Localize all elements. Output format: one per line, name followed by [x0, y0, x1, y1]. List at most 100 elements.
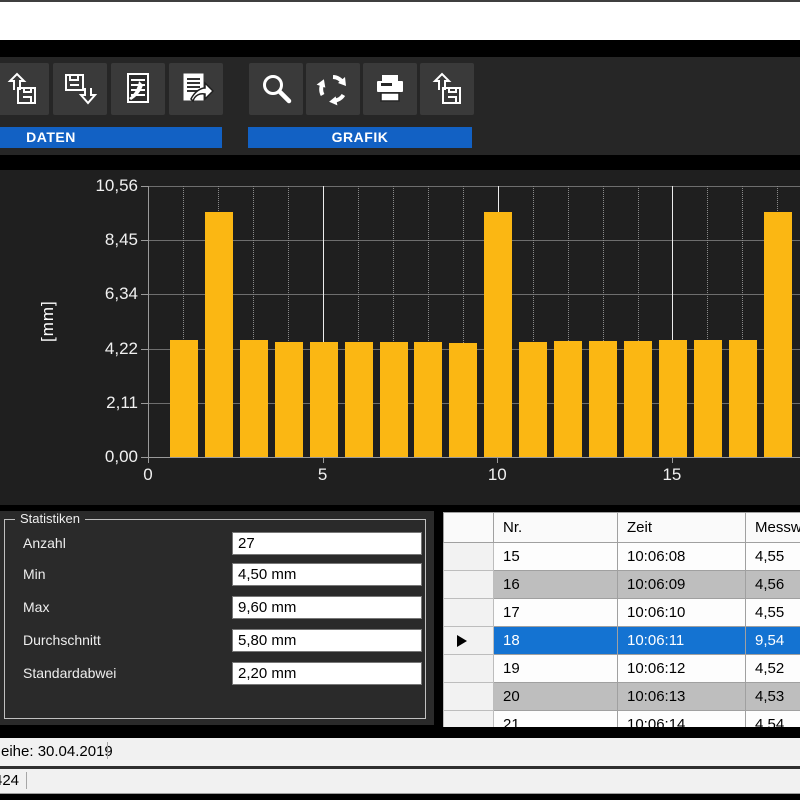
- print-graphic-button[interactable]: [363, 63, 417, 115]
- table-cell[interactable]: 10:06:13: [618, 683, 746, 711]
- table-cell[interactable]: 17: [494, 599, 618, 627]
- load-data-button[interactable]: [0, 63, 49, 115]
- measurements-table-container[interactable]: Nr.ZeitMesswert1510:06:084,551610:06:094…: [443, 512, 800, 727]
- floppy-arrow-up-icon: [4, 71, 40, 107]
- chart-bar: [554, 341, 582, 457]
- x-tick-mark: [497, 458, 498, 463]
- column-header-zeit[interactable]: Zeit: [618, 513, 746, 543]
- table-cell[interactable]: 15: [494, 543, 618, 571]
- title-bar: [0, 2, 800, 40]
- table-row[interactable]: 1510:06:084,55: [444, 543, 800, 571]
- daten-group-label: DATEN: [0, 127, 222, 148]
- stat-input-standardabwei[interactable]: [232, 662, 422, 685]
- row-header-cell[interactable]: [444, 627, 494, 655]
- table-cell[interactable]: 16: [494, 571, 618, 599]
- table-cell[interactable]: 10:06:14: [618, 711, 746, 728]
- stat-input-anzahl[interactable]: [232, 532, 422, 555]
- table-cell[interactable]: 4,55: [746, 543, 800, 571]
- row-header-cell[interactable]: [444, 711, 494, 728]
- table-cell[interactable]: 19: [494, 655, 618, 683]
- y-tick-mark: [141, 294, 148, 295]
- stat-input-min[interactable]: [232, 563, 422, 586]
- y-tick-mark: [141, 457, 148, 458]
- row-header-cell[interactable]: [444, 683, 494, 711]
- y-tick-label: 6,34: [0, 285, 138, 303]
- status-separator: [107, 742, 108, 759]
- table-cell[interactable]: 10:06:12: [618, 655, 746, 683]
- y-tick-label: 2,11: [0, 394, 138, 412]
- row-header-cell[interactable]: [444, 599, 494, 627]
- chart-bar: [449, 343, 477, 457]
- table-row[interactable]: 2010:06:134,53: [444, 683, 800, 711]
- table-cell[interactable]: 4,54: [746, 711, 800, 728]
- chart-bar: [694, 340, 722, 457]
- table-row[interactable]: 2110:06:144,54: [444, 711, 800, 728]
- gridline-horizontal: [149, 294, 800, 295]
- table-cell[interactable]: 4,55: [746, 599, 800, 627]
- table-cell[interactable]: 4,52: [746, 655, 800, 683]
- status-date-text: eihe: 30.04.2019: [1, 738, 113, 766]
- table-row[interactable]: 1910:06:124,52: [444, 655, 800, 683]
- y-axis-title: [mm]: [38, 300, 58, 342]
- stat-label-min: Min: [23, 563, 46, 586]
- stat-input-max[interactable]: [232, 596, 422, 619]
- table-row[interactable]: 1710:06:104,55: [444, 599, 800, 627]
- chart-bar: [345, 342, 373, 457]
- row-header-cell[interactable]: [444, 571, 494, 599]
- row-header-cell[interactable]: [444, 543, 494, 571]
- stat-label-anzahl: Anzahl: [23, 532, 66, 555]
- save-data-button[interactable]: [53, 63, 107, 115]
- chart-bar: [205, 212, 233, 457]
- table-cell[interactable]: 10:06:08: [618, 543, 746, 571]
- table-cell[interactable]: 21: [494, 711, 618, 728]
- chart-bar: [589, 341, 617, 457]
- export-data-button[interactable]: [169, 63, 223, 115]
- x-tick-label: 0: [131, 465, 165, 485]
- reset-graphic-button[interactable]: [306, 63, 360, 115]
- printer-icon: [372, 71, 408, 107]
- table-cell[interactable]: 9,54: [746, 627, 800, 655]
- chart-bar: [729, 340, 757, 457]
- table-row[interactable]: 1610:06:094,56: [444, 571, 800, 599]
- y-tick-mark: [141, 403, 148, 404]
- floppy-arrow-down-icon: [62, 71, 98, 107]
- column-header-nr[interactable]: Nr.: [494, 513, 618, 543]
- chart-bar: [659, 340, 687, 457]
- table-cell[interactable]: 10:06:09: [618, 571, 746, 599]
- table-row[interactable]: 1810:06:119,54: [444, 627, 800, 655]
- chart-bar: [414, 342, 442, 457]
- document-arrow-icon: [178, 71, 214, 107]
- stat-input-durchschnitt[interactable]: [232, 629, 422, 652]
- zoom-graphic-button[interactable]: [249, 63, 303, 115]
- toolbar: DATEN GRAFIK: [0, 57, 800, 155]
- gridline-horizontal: [149, 240, 800, 241]
- table-cell[interactable]: 10:06:10: [618, 599, 746, 627]
- document-swoosh-icon: [120, 71, 156, 107]
- floppy-arrow-up-icon: [429, 71, 465, 107]
- row-header-cell[interactable]: [444, 655, 494, 683]
- stat-label-standardabwei: Standardabwei: [23, 662, 116, 685]
- grafik-group-label: GRAFIK: [248, 127, 472, 148]
- chart-bar: [240, 340, 268, 457]
- table-cell[interactable]: 4,53: [746, 683, 800, 711]
- clear-data-button[interactable]: [111, 63, 165, 115]
- y-tick-mark: [141, 186, 148, 187]
- table-cell[interactable]: 20: [494, 683, 618, 711]
- table-cell[interactable]: 18: [494, 627, 618, 655]
- status-count-text: 424: [0, 769, 19, 793]
- save-graphic-button[interactable]: [420, 63, 474, 115]
- table-cell[interactable]: 10:06:11: [618, 627, 746, 655]
- status-bar-top: eihe: 30.04.2019: [0, 738, 800, 766]
- measurements-table: Nr.ZeitMesswert1510:06:084,551610:06:094…: [443, 512, 800, 727]
- magnifier-icon: [259, 72, 293, 106]
- table-cell[interactable]: 4,56: [746, 571, 800, 599]
- y-tick-label: 0,00: [0, 448, 138, 466]
- column-header-messwert[interactable]: Messwert: [746, 513, 800, 543]
- stat-label-max: Max: [23, 596, 49, 619]
- x-tick-mark: [672, 458, 673, 463]
- chart-bar: [380, 342, 408, 457]
- x-tick-label: 10: [480, 465, 514, 485]
- statistics-groupbox-title: Statistiken: [15, 511, 85, 526]
- chart-bar: [170, 340, 198, 457]
- y-tick-mark: [141, 349, 148, 350]
